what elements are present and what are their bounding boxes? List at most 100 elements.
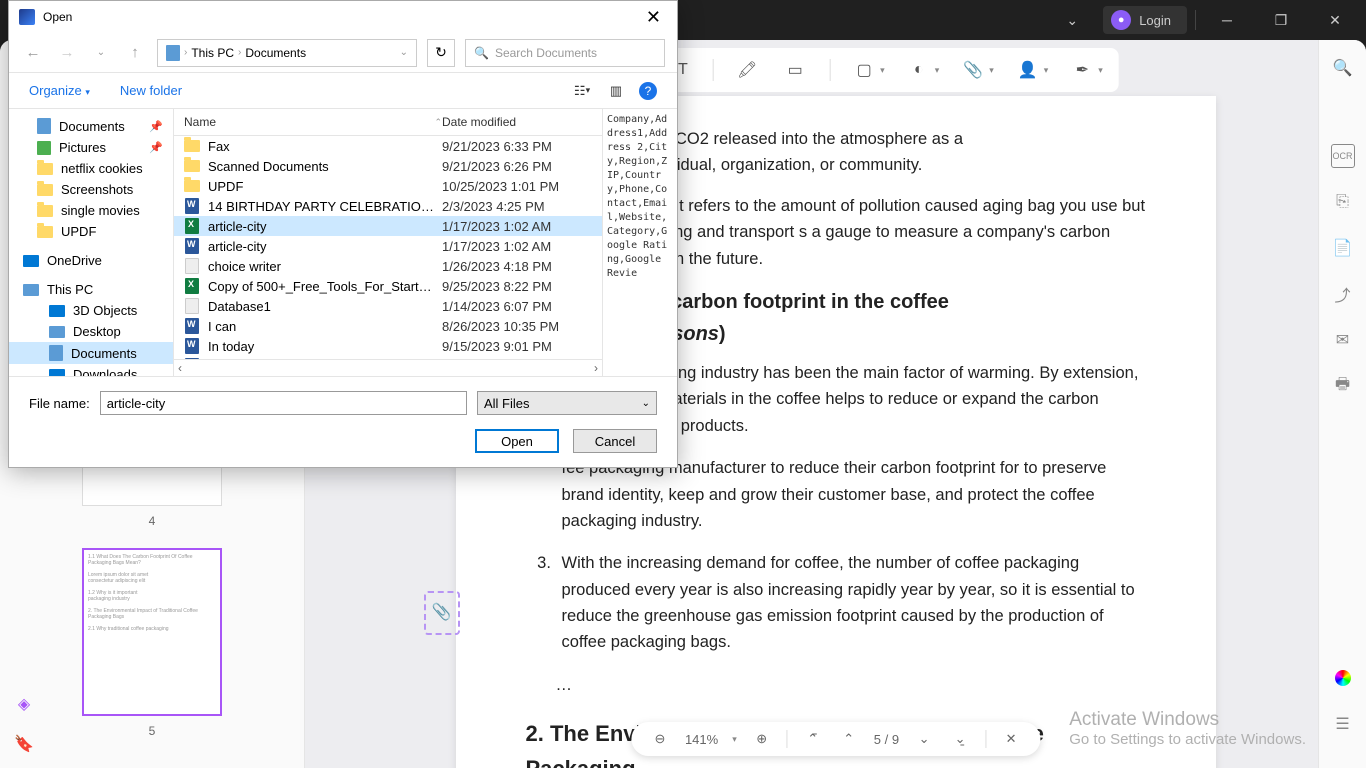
minimize-button[interactable]: ─ [1204,4,1250,36]
open-button[interactable]: Open [475,429,559,453]
recent-dropdown[interactable]: ⌄ [89,41,113,65]
crop-icon[interactable]: ⎘ [1331,190,1355,214]
sidebar-thispc[interactable]: This PC [9,279,173,300]
path-segment[interactable]: Documents [245,46,306,60]
column-name[interactable]: Name ⌃ [184,115,442,129]
ai-icon[interactable] [1331,666,1355,690]
sidebar-thispc-item[interactable]: Documents [9,342,173,364]
sidebar-quick-item[interactable]: UPDF [9,221,173,242]
dialog-sidebar: Documents📌Pictures📌netflix cookiesScreen… [9,109,174,376]
bookmark-icon[interactable]: 🔖 [10,730,38,758]
path-segment[interactable]: This PC [191,46,234,60]
thumb-label-4: 4 [149,514,156,528]
dialog-titlebar: Open ✕ [9,1,677,33]
filetype-dropdown[interactable]: All Files⌄ [477,391,657,415]
cancel-button[interactable]: Cancel [573,429,657,453]
ocr-icon[interactable]: OCR [1331,144,1355,168]
preview-pane: Company,Address1,Address 2,City,Region,Z… [602,109,677,376]
filename-input[interactable] [100,391,467,415]
share-icon[interactable]: ⤴ [1331,282,1355,306]
path-dropdown[interactable]: ⌄ [400,47,408,58]
filename-label: File name: [29,396,90,411]
file-row[interactable]: Scanned Documents9/21/2023 6:26 PM [174,156,602,176]
dialog-body: Documents📌Pictures📌netflix cookiesScreen… [9,109,677,376]
preview-pane-button[interactable]: ▥ [605,80,627,102]
search-icon[interactable]: 🔍 [1331,56,1355,80]
sidebar-thispc-item[interactable]: Desktop [9,321,173,342]
stamp-tool[interactable]: 👤▾ [1014,56,1049,84]
view-mode-button[interactable]: ☷ ▾ [571,80,593,102]
file-row[interactable]: Fax9/21/2023 6:33 PM [174,136,602,156]
print-icon[interactable]: 🖶 [1331,374,1355,398]
file-row[interactable]: Database11/14/2023 6:07 PM [174,296,602,316]
thumb-label-5: 5 [149,724,156,738]
next-page-button[interactable]: ⌄ [913,728,935,750]
files-container: Fax9/21/2023 6:33 PMScanned Documents9/2… [174,136,602,359]
doc-list-item: With the increasing demand for coffee, t… [556,550,1146,656]
history-dropdown[interactable]: ⌄ [1049,4,1095,36]
right-sidebar: 🔍 OCR ⎘ 📄 ⤴ ✉ 🖶 ☰ [1318,40,1366,768]
h-scrollbar[interactable]: ‹› [174,359,602,376]
sidebar-quick-item[interactable]: Screenshots [9,179,173,200]
prev-page-button[interactable]: ⌃ [838,728,860,750]
file-row[interactable]: 14 BIRTHDAY PARTY CELEBRATION IDEAS...2/… [174,196,602,216]
attachment-marker-icon[interactable]: 📎 [424,591,460,635]
layers-icon[interactable]: ◈ [10,690,38,718]
zoom-in-button[interactable]: ⊕ [751,728,773,750]
divider [1195,10,1196,30]
file-row[interactable]: article-city1/17/2023 1:02 AM [174,216,602,236]
file-row[interactable]: article-city1/17/2023 1:02 AM [174,236,602,256]
refresh-button[interactable]: ↻ [427,39,455,67]
page-thumbnail-5[interactable]: 1.1 What Does The Carbon Footprint Of Co… [82,548,222,716]
shape-tool[interactable]: ▢▾ [850,56,885,84]
attachment-tool[interactable]: 📎▾ [959,56,994,84]
separator [712,59,713,81]
sidebar-quick-item[interactable]: single movies [9,200,173,221]
path-bar[interactable]: › This PC › Documents ⌄ [157,39,417,67]
dialog-toolbar: Organize ▾ New folder ☷ ▾ ▥ ? [9,73,677,109]
forward-button[interactable]: → [55,41,79,65]
sidebar-quick-item[interactable]: Documents📌 [9,115,173,137]
file-row[interactable]: I can8/26/2023 10:35 PM [174,316,602,336]
login-button[interactable]: ● Login [1103,6,1187,34]
last-page-button[interactable]: ⌄̱ [949,728,971,750]
sidebar-thispc-item[interactable]: Downloads [9,364,173,376]
app-icon [19,9,35,25]
highlight-icon[interactable]: 🖍 [733,56,761,84]
email-icon[interactable]: ✉ [1331,328,1355,352]
zoom-dropdown[interactable]: ▾ [732,734,737,745]
close-app-button[interactable]: ✕ [1312,4,1358,36]
file-row[interactable]: UPDF10/25/2023 1:01 PM [174,176,602,196]
menu-icon[interactable]: ☰ [1331,712,1355,736]
separator [985,730,986,748]
file-row[interactable]: choice writer1/26/2023 4:18 PM [174,256,602,276]
sidebar-quick-item[interactable]: netflix cookies [9,158,173,179]
page-icon[interactable]: 📄 [1331,236,1355,260]
up-button[interactable]: ↑ [123,41,147,65]
eraser-icon[interactable]: ▭ [781,56,809,84]
organize-menu[interactable]: Organize ▾ [29,83,90,98]
maximize-button[interactable]: ❐ [1258,4,1304,36]
column-headers: Name ⌃ Date modified [174,109,602,136]
zoom-out-button[interactable]: ⊖ [649,728,671,750]
sidebar-thispc-item[interactable]: 3D Objects [9,300,173,321]
column-date[interactable]: Date modified [442,115,592,129]
back-button[interactable]: ← [21,41,45,65]
first-page-button[interactable]: ⌃̄ [802,728,824,750]
pagination-bar: ⊖ 141% ▾ ⊕ ⌃̄ ⌃ 5 / 9 ⌄ ⌄̱ ✕ [631,722,1040,756]
zoom-level: 141% [685,732,718,747]
windows-watermark: Activate Windows Go to Settings to activ… [1069,709,1306,748]
page-indicator[interactable]: 5 / 9 [874,732,899,747]
close-pagination-button[interactable]: ✕ [1000,728,1022,750]
search-input[interactable]: 🔍 Search Documents [465,39,665,67]
sticker-tool[interactable]: ◐▾ [905,56,940,84]
sidebar-quick-item[interactable]: Pictures📌 [9,137,173,158]
sidebar-onedrive[interactable]: OneDrive [9,250,173,271]
new-folder-button[interactable]: New folder [120,83,182,98]
file-row[interactable]: In today9/15/2023 9:01 PM [174,336,602,356]
dialog-close-button[interactable]: ✕ [640,7,667,28]
signature-tool[interactable]: ✒▾ [1068,56,1103,84]
help-icon[interactable]: ? [639,82,657,100]
file-row[interactable]: Copy of 500+_Free_Tools_For_Startups(1)9… [174,276,602,296]
avatar-icon: ● [1111,10,1131,30]
